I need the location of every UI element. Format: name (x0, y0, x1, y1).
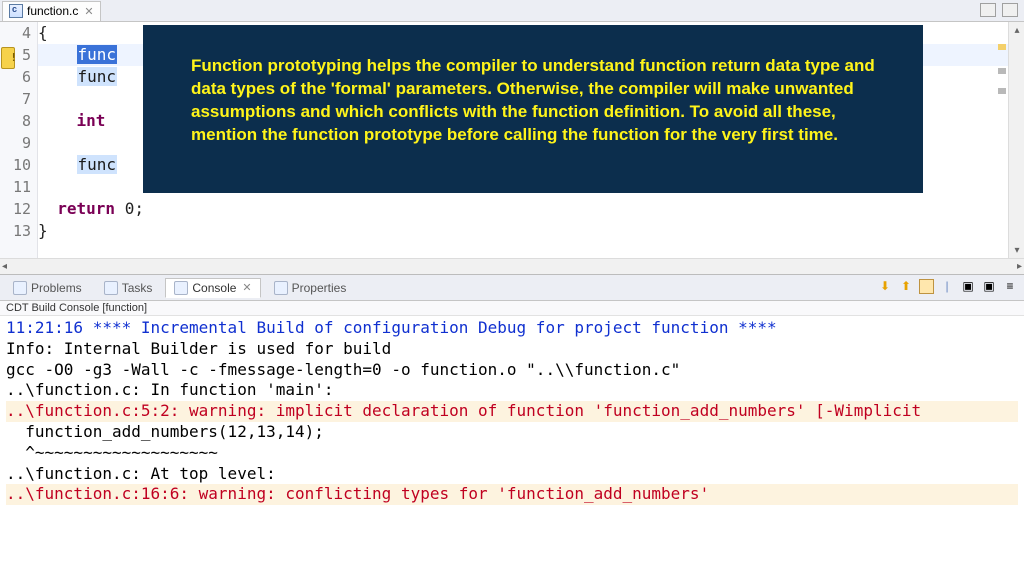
overview-occurrence-mark[interactable] (998, 68, 1006, 74)
console-line: ^~~~~~~~~~~~~~~~~~~~ (6, 443, 1018, 464)
panel-toolbar: ⬇ ⬆ | ▣ ▣ ≡ (877, 278, 1018, 294)
tab-filename: function.c (27, 4, 78, 18)
menu-icon[interactable]: ≡ (1002, 278, 1018, 294)
console-line: gcc -O0 -g3 -Wall -c -fmessage-length=0 … (6, 360, 1018, 381)
horizontal-scrollbar[interactable]: ◂ ▸ (0, 258, 1024, 274)
editor-tab-row: function.c ✕ (0, 0, 1024, 22)
editor-window-controls (980, 3, 1018, 17)
console-title: CDT Build Console [function] (0, 301, 1024, 316)
close-icon[interactable]: ✕ (84, 5, 93, 18)
panel-tab-row: Problems Tasks Console ✕ Properties ⬇ ⬆ … (0, 275, 1024, 301)
vertical-scrollbar[interactable]: ▴ ▾ (1008, 22, 1024, 258)
overview-occurrence-mark[interactable] (998, 88, 1006, 94)
tasks-icon (104, 281, 118, 295)
console-line: ..\function.c: In function 'main': (6, 380, 1018, 401)
scroll-left-icon[interactable]: ◂ (2, 261, 7, 272)
divider-icon: | (939, 278, 955, 294)
console-line: function_add_numbers(12,13,14); (6, 422, 1018, 443)
bottom-panel: Problems Tasks Console ✕ Properties ⬇ ⬆ … (0, 274, 1024, 564)
scroll-up-icon[interactable]: ▴ (1009, 22, 1024, 38)
line-number-gutter: 4 5 6 7 8 9 10 11 12 13 (0, 22, 38, 258)
tab-console[interactable]: Console ✕ (165, 278, 260, 298)
console-line: 11:21:16 **** Incremental Build of confi… (6, 318, 1018, 339)
arrow-up-icon[interactable]: ⬆ (898, 278, 914, 294)
display-icon[interactable]: ▣ (981, 278, 997, 294)
console-line: ..\function.c: At top level: (6, 464, 1018, 485)
editor-area: function.c ✕ 4 5 6 7 8 9 10 11 12 13 { f… (0, 0, 1024, 274)
tab-problems[interactable]: Problems (4, 278, 91, 298)
selected-text: func (77, 45, 118, 64)
console-output[interactable]: 11:21:16 **** Incremental Build of confi… (0, 316, 1024, 564)
c-file-icon (9, 4, 23, 18)
maximize-button[interactable] (1002, 3, 1018, 17)
console-line: Info: Internal Builder is used for build (6, 339, 1018, 360)
minimize-button[interactable] (980, 3, 996, 17)
scroll-down-icon[interactable]: ▾ (1009, 242, 1024, 258)
arrow-down-icon[interactable]: ⬇ (877, 278, 893, 294)
console-icon (174, 281, 188, 295)
overview-warning-mark[interactable] (998, 44, 1006, 50)
console-line-warning: ..\function.c:16:6: warning: conflicting… (6, 484, 1018, 505)
problems-icon (13, 281, 27, 295)
display-icon[interactable]: ▣ (960, 278, 976, 294)
tooltip-overlay: Function prototyping helps the compiler … (143, 25, 923, 193)
close-icon[interactable]: ✕ (242, 281, 251, 294)
tab-properties[interactable]: Properties (265, 278, 356, 298)
code-text[interactable]: { func func int func return 0; } Functio… (38, 22, 1024, 258)
warning-marker-icon[interactable] (1, 47, 15, 69)
editor-tab-function-c[interactable]: function.c ✕ (2, 1, 101, 21)
scroll-right-icon[interactable]: ▸ (1017, 261, 1022, 272)
code-body: 4 5 6 7 8 9 10 11 12 13 { func func int … (0, 22, 1024, 258)
tab-tasks[interactable]: Tasks (95, 278, 162, 298)
console-line-warning: ..\function.c:5:2: warning: implicit dec… (6, 401, 1018, 422)
properties-icon (274, 281, 288, 295)
pin-icon[interactable] (919, 279, 934, 294)
